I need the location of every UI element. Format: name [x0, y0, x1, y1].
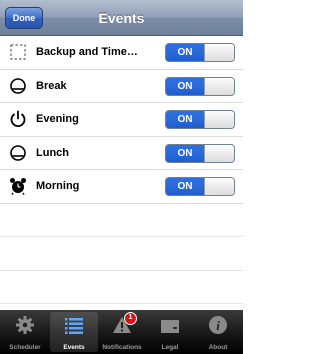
- event-label: Lunch: [36, 146, 69, 159]
- event-row-break[interactable]: Break ON: [0, 70, 243, 103]
- toggle-knob: [204, 144, 234, 162]
- event-label: Morning: [36, 180, 80, 192]
- done-button[interactable]: Done: [5, 7, 43, 29]
- toggle-knob: [204, 77, 234, 95]
- bowl-icon: [10, 77, 26, 94]
- tab-bar: Scheduler Events 1 Notifications Legal i…: [0, 310, 243, 354]
- empty-row: [0, 204, 243, 237]
- event-row-backup[interactable]: Backup and Time… ON: [0, 36, 243, 70]
- toggle-state: ON: [166, 44, 204, 61]
- event-row-evening[interactable]: Evening ON: [0, 103, 243, 137]
- notification-badge: 1: [124, 312, 137, 325]
- event-toggle[interactable]: ON: [165, 110, 235, 129]
- bowl-icon: [10, 144, 26, 161]
- tab-legal[interactable]: Legal: [146, 312, 194, 352]
- tab-label: Notifications: [102, 344, 142, 351]
- toggle-knob: [204, 178, 234, 195]
- toggle-knob: [204, 111, 234, 128]
- tab-notifications[interactable]: 1 Notifications: [98, 312, 146, 352]
- toggle-state: ON: [166, 144, 204, 162]
- event-toggle[interactable]: ON: [165, 43, 235, 62]
- event-toggle[interactable]: ON: [165, 143, 235, 163]
- event-toggle[interactable]: ON: [165, 76, 235, 96]
- tab-label: Legal: [161, 344, 179, 351]
- empty-row: [0, 237, 243, 271]
- toggle-state: ON: [166, 77, 204, 95]
- alarm-clock-icon: [10, 178, 26, 195]
- tab-scheduler[interactable]: Scheduler: [1, 312, 49, 352]
- tab-about[interactable]: i About: [194, 312, 242, 352]
- info-icon: i: [209, 316, 227, 334]
- dashed-square-icon: [10, 44, 26, 60]
- events-list: Backup and Time… ON Break ON Evening ON: [0, 36, 243, 304]
- toggle-state: ON: [166, 178, 204, 195]
- tab-label: About: [208, 344, 228, 351]
- toggle-state: ON: [166, 111, 204, 128]
- navigation-bar: Events Done: [0, 0, 243, 36]
- tab-events[interactable]: Events: [50, 312, 98, 352]
- tab-label: Scheduler: [9, 344, 41, 351]
- event-row-morning[interactable]: Morning ON: [0, 170, 243, 204]
- event-label: Evening: [36, 113, 79, 125]
- empty-row: [0, 271, 243, 304]
- folder-icon: [161, 320, 179, 333]
- event-label: Break: [36, 79, 67, 92]
- gear-icon: [16, 316, 34, 334]
- event-row-lunch[interactable]: Lunch ON: [0, 137, 243, 170]
- list-icon: [65, 318, 83, 334]
- toggle-knob: [204, 44, 234, 61]
- tab-label: Events: [63, 344, 85, 351]
- event-label: Backup and Time…: [36, 46, 138, 58]
- svg-text:i: i: [216, 318, 220, 333]
- event-toggle[interactable]: ON: [165, 177, 235, 196]
- power-icon: [10, 110, 26, 128]
